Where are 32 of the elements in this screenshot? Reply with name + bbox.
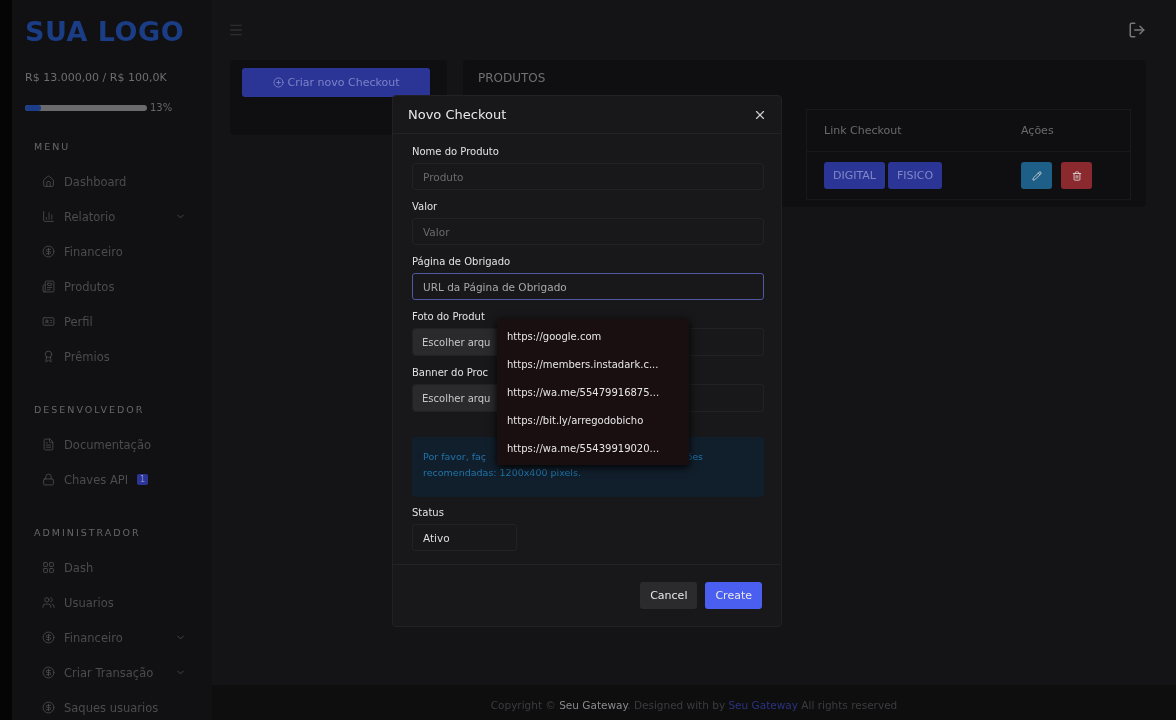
- nav-label: Usuarios: [64, 595, 114, 610]
- count-badge: 1: [137, 474, 149, 485]
- field-label: Foto do Produt: [412, 311, 486, 322]
- balance-text: R$ 13.000,00 / R$ 100,0K: [25, 71, 168, 84]
- nav-label: Prêmios: [64, 349, 110, 364]
- field-label: Banner do Proc: [412, 367, 490, 378]
- nav-label: Dash: [64, 560, 94, 575]
- nav-label: Financeiro: [64, 630, 123, 645]
- logo: SUA LOGO: [25, 16, 186, 47]
- nav-label: Chaves API: [64, 472, 129, 487]
- alert-text: Por favor, faç: [423, 451, 487, 462]
- progress-reading: 13%: [150, 102, 173, 113]
- nav-label: Produtos: [64, 279, 115, 294]
- section-title: DESENVOLVEDOR: [34, 404, 146, 415]
- column-header: Link Checkout: [807, 110, 1004, 152]
- section-title: ADMINISTRADOR: [34, 527, 142, 538]
- section-title: MENU: [34, 141, 72, 152]
- field-label: Nome do Produto: [412, 146, 500, 157]
- field-label: Status: [412, 507, 445, 518]
- column-header: Ações: [1004, 110, 1130, 152]
- nav-label: Dashboard: [64, 174, 127, 189]
- field-label: Página de Obrigado: [412, 256, 512, 267]
- modal-title: Novo Checkout: [408, 107, 507, 122]
- alert-text: recomendadas: 1200x400 pixels.: [423, 467, 582, 478]
- panel-title: PRODUTOS: [478, 71, 547, 85]
- nav-label: Saques usuarios: [64, 700, 159, 715]
- nav-label: Documentação: [64, 437, 152, 452]
- nav-label: Financeiro: [64, 244, 123, 259]
- field-label: Valor: [412, 201, 439, 212]
- nav-label: Criar Transação: [64, 665, 154, 680]
- nav-label: Relatorio: [64, 209, 116, 224]
- nav-label: Perfil: [64, 314, 93, 329]
